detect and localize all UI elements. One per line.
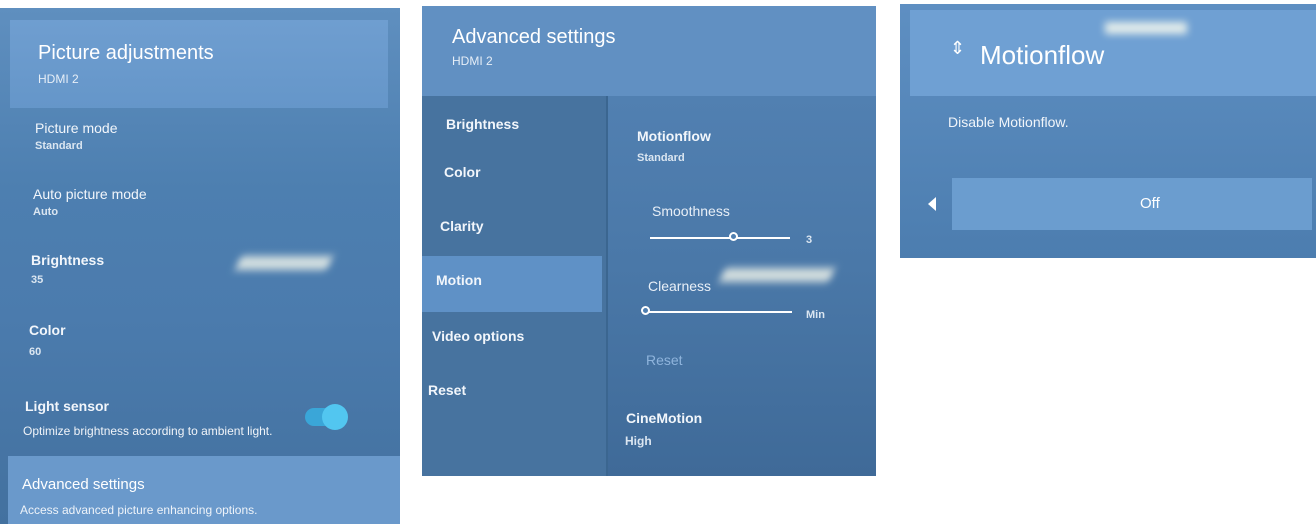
advanced-settings-label: Advanced settings — [22, 476, 145, 493]
reset-button[interactable]: Reset — [646, 352, 683, 368]
dialog-title: Motionflow — [980, 40, 1105, 70]
clearness-label: Clearness — [648, 278, 712, 294]
motionflow-option-value: Off — [1140, 195, 1160, 212]
sidebar-item-brightness[interactable]: Brightness — [446, 116, 519, 132]
cinemotion-value: High — [625, 434, 652, 448]
smoothness-value: 3 — [806, 234, 813, 246]
clearness-slider-knob[interactable] — [641, 306, 650, 315]
dialog-description: Disable Motionflow. — [948, 114, 1069, 130]
picture-adjustments-header: Picture adjustments HDMI 2 — [10, 20, 388, 108]
cinemotion-label: CineMotion — [626, 410, 703, 426]
smoothness-label: Smoothness — [652, 203, 730, 219]
sidebar-item-motion[interactable]: Motion — [436, 272, 482, 288]
menu-item-value: Standard — [35, 140, 83, 152]
up-down-arrows-icon[interactable]: ⇕ — [950, 38, 965, 59]
screen-glare — [719, 268, 835, 282]
advanced-settings-header: Advanced settings HDMI 2 — [422, 6, 876, 96]
smoothness-slider-knob[interactable] — [729, 232, 738, 241]
screen-glare — [235, 256, 333, 270]
sidebar-item-clarity[interactable]: Clarity — [440, 218, 484, 234]
toggle-knob — [322, 404, 348, 430]
motionflow-dialog: ⇕ Motionflow Disable Motionflow. Off — [900, 4, 1316, 258]
clearness-slider-track[interactable] — [646, 311, 792, 313]
menu-item-label: Brightness — [31, 252, 105, 268]
light-sensor-label: Light sensor — [25, 398, 110, 414]
source-label: HDMI 2 — [38, 72, 79, 86]
menu-item-value: Auto — [33, 206, 59, 218]
sidebar-item-reset[interactable]: Reset — [428, 382, 466, 398]
advanced-settings-panel: Advanced settings HDMI 2 Brightness Colo… — [422, 6, 876, 476]
motionflow-value-selector[interactable]: Off — [952, 178, 1312, 230]
source-label: HDMI 2 — [452, 54, 493, 68]
page-title: Picture adjustments — [38, 42, 214, 64]
motionflow-value: Standard — [637, 152, 685, 164]
page-title: Advanced settings — [452, 26, 616, 48]
menu-item-value: 60 — [29, 346, 42, 358]
sidebar-item-video-options[interactable]: Video options — [432, 328, 524, 344]
light-sensor-description: Optimize brightness according to ambient… — [23, 424, 273, 438]
menu-item-advanced-settings[interactable]: Advanced settings Access advanced pictur… — [8, 456, 400, 524]
menu-item-value: 35 — [31, 274, 44, 286]
smoothness-slider-track[interactable] — [650, 237, 790, 239]
picture-adjustments-panel: Picture adjustments HDMI 2 Picture mode … — [0, 8, 400, 524]
menu-item-label: Color — [29, 322, 66, 338]
menu-item-label: Picture mode — [35, 120, 118, 136]
screen-glare — [1105, 22, 1187, 34]
menu-item-label: Auto picture mode — [33, 186, 147, 202]
advanced-settings-description: Access advanced picture enhancing option… — [20, 503, 258, 517]
clearness-value: Min — [806, 309, 825, 321]
divider — [606, 96, 608, 476]
sidebar-item-color[interactable]: Color — [444, 164, 481, 180]
left-arrow-icon[interactable] — [928, 197, 936, 211]
motionflow-label: Motionflow — [637, 128, 711, 144]
